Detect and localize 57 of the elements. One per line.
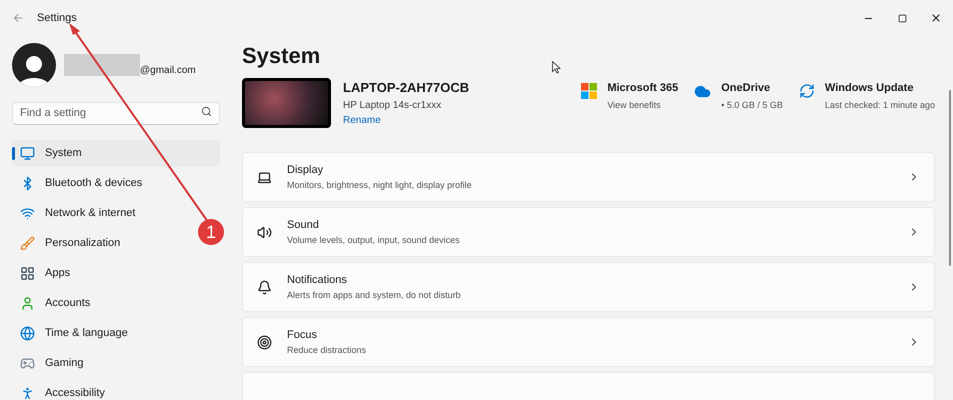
sidebar-item[interactable]: Network & internet [12,200,144,226]
settings-card[interactable]: Focus Reduce distractions [242,317,935,367]
maximize-icon [898,14,906,22]
tile-title[interactable]: Microsoft 365 [607,80,678,96]
annotation-badge: 1 [198,219,224,245]
search-field[interactable]: Find a setting [12,102,220,124]
card-title: Display [287,163,324,178]
refresh-icon [798,83,815,99]
settings-card[interactable]: Display Monitors, brightness, night light, display profile [242,152,935,202]
avatar [12,43,56,87]
window-title: Settings [37,10,77,26]
cloud-icon [694,83,712,100]
card-title: Notifications [287,273,348,288]
card-description: Reduce distractions [287,344,366,356]
brush-icon [20,236,35,250]
card-description: Alerts from apps and system, do not disturb [287,288,461,302]
card-description: Volume levels, output, input, sound devices [287,234,460,247]
speaker-icon [257,224,272,240]
globe-icon [20,326,35,340]
back-icon[interactable] [12,12,24,24]
focus-icon [257,334,272,350]
laptop-icon [257,170,272,184]
account-email: @gmail.com [140,64,196,78]
bell-icon [257,280,272,294]
gamepad-icon [20,356,35,370]
device-model: HP Laptop 14s-cr1xxx [343,98,442,113]
selection-indicator [12,146,15,160]
sidebar-item[interactable]: Accounts [12,290,98,316]
sidebar-item[interactable]: Apps [12,260,78,286]
tile-title[interactable]: OneDrive [721,80,783,96]
device-name: LAPTOP-2AH77OCB [343,79,470,98]
four-squares-logo-icon [581,83,598,99]
sidebar-item[interactable]: Accessibility [12,380,113,400]
tile-title[interactable]: Windows Update [824,80,935,96]
rename-link[interactable]: Rename [343,112,470,128]
accessibility-icon [20,386,35,400]
sidebar-item[interactable]: Gaming [12,350,92,376]
sidebar-item[interactable]: System [12,140,220,166]
search-icon [201,106,212,117]
sidebar-item[interactable]: Time & language [12,320,136,346]
settings-card[interactable]: Sound Volume levels, output, input, sound devices [242,207,935,257]
page-title: System [242,42,320,70]
card-title: Sound [287,218,320,233]
close-icon [930,12,942,24]
mouse-cursor-icon [552,61,561,74]
apps-grid-icon [20,266,35,280]
tile-subtitle: Last checked: 1 minute ago [824,98,935,112]
tile-subtitle: View benefits [607,98,662,112]
tile-subtitle: • 5.0 GB / 5 GB [721,98,783,112]
settings-card[interactable]: Notifications Alerts from apps and system, do not disturb [242,262,935,312]
wifi-icon [20,206,35,220]
sidebar-item[interactable]: Bluetooth & devices [12,170,150,196]
sidebar-item[interactable]: Personalization [12,230,128,256]
person-icon [20,296,35,310]
monitor-icon [20,146,35,160]
card-description: Monitors, brightness, night light, display profile [287,178,472,192]
card-title: Focus [287,328,318,343]
